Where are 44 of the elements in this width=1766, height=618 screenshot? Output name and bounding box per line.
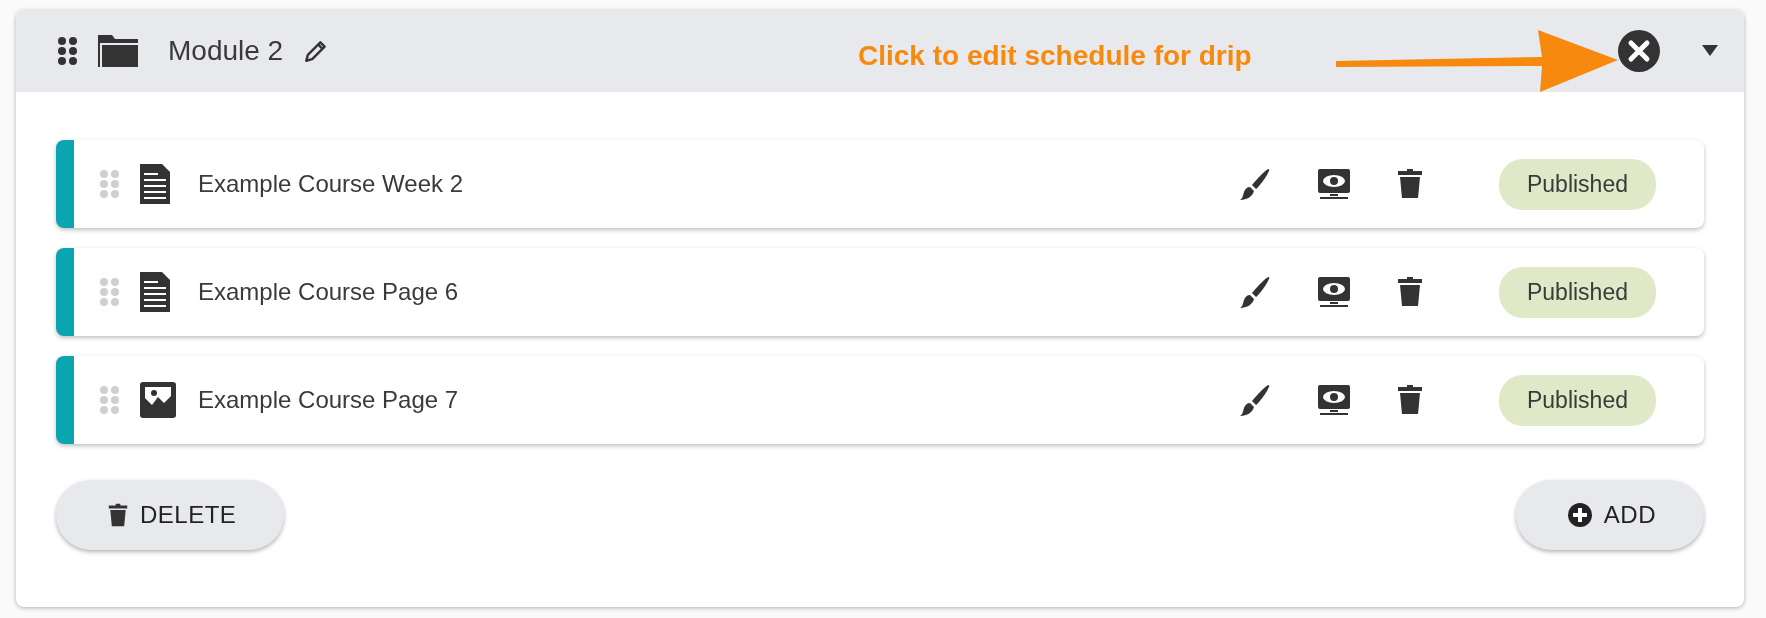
lesson-title: Example Course Page 7 [198, 386, 459, 414]
trash-icon [1396, 168, 1423, 200]
trash-icon [1396, 276, 1423, 308]
delete-lesson-button[interactable] [1396, 384, 1423, 416]
add-button[interactable]: ADD [1515, 480, 1704, 550]
lesson-row[interactable]: Example Course Week 2 Published [56, 140, 1704, 228]
edit-style-button[interactable] [1238, 167, 1271, 201]
module-title: Module 2 [168, 35, 284, 67]
preview-button[interactable] [1316, 276, 1351, 308]
status-badge: Published [1498, 266, 1656, 318]
annotation-text: Click to edit schedule for drip [858, 40, 1252, 72]
status-badge: Published [1498, 158, 1656, 210]
status-badge: Published [1498, 374, 1656, 426]
plus-circle-icon [1567, 503, 1592, 527]
edit-style-button[interactable] [1238, 383, 1271, 417]
delete-lesson-button[interactable] [1396, 168, 1423, 200]
folder-icon [98, 35, 138, 67]
document-icon [140, 164, 170, 204]
preview-monitor-icon [1316, 276, 1351, 308]
delete-button[interactable]: DELETE [56, 480, 285, 550]
preview-button[interactable] [1316, 384, 1351, 416]
drag-handle-icon[interactable] [100, 277, 120, 307]
paintbrush-icon [1238, 167, 1271, 201]
lesson-title: Example Course Page 6 [198, 278, 459, 306]
lesson-row[interactable]: Example Course Page 7 Published [56, 356, 1704, 444]
drag-handle-icon[interactable] [100, 169, 120, 199]
module-header[interactable]: Module 2 Click to edit schedule for drip [16, 10, 1744, 92]
image-icon [140, 382, 176, 418]
caret-icon[interactable] [1702, 45, 1718, 57]
trash-icon [1396, 384, 1423, 416]
delete-lesson-button[interactable] [1396, 276, 1423, 308]
lesson-title: Example Course Week 2 [198, 170, 463, 198]
paintbrush-icon [1238, 275, 1271, 309]
close-icon[interactable] [1618, 30, 1660, 72]
drag-handle-icon[interactable] [58, 36, 78, 66]
preview-monitor-icon [1316, 168, 1351, 200]
edit-style-button[interactable] [1238, 275, 1271, 309]
drag-handle-icon[interactable] [100, 385, 120, 415]
lesson-row[interactable]: Example Course Page 6 Published [56, 248, 1704, 336]
preview-button[interactable] [1316, 168, 1351, 200]
trash-icon [108, 503, 128, 527]
preview-monitor-icon [1316, 384, 1351, 416]
document-icon [140, 272, 170, 312]
paintbrush-icon [1238, 383, 1271, 417]
